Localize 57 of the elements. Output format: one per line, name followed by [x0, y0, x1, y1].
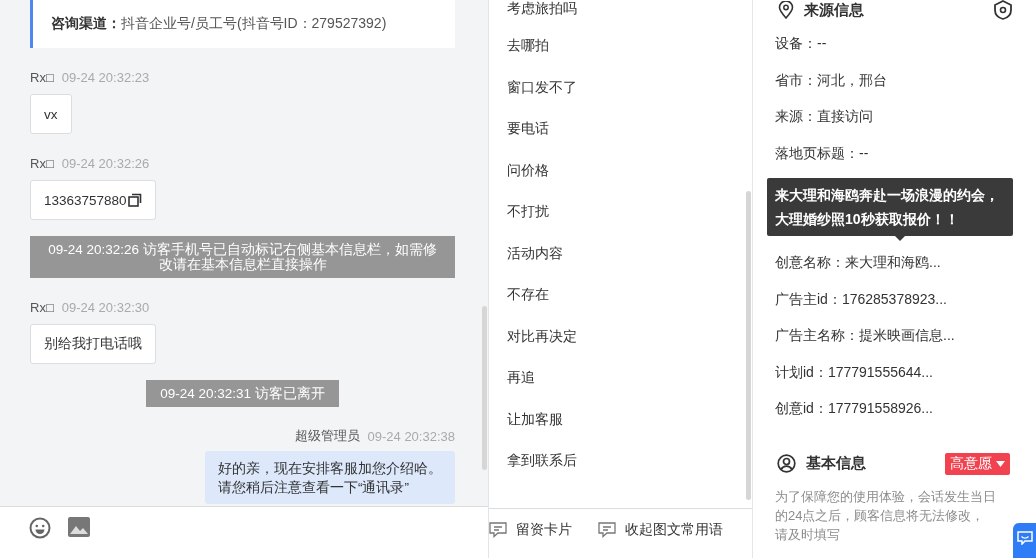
sender-name: 超级管理员 — [294, 427, 360, 445]
quick-reply-item[interactable]: 再追 — [489, 357, 752, 399]
message-text: vx — [44, 106, 58, 122]
quick-reply-item[interactable]: 要电话 — [489, 108, 752, 150]
quick-reply-item[interactable]: 对比再决定 — [489, 315, 752, 357]
info-field: 创意名称：来大理和海鸥... — [775, 244, 1036, 281]
quick-reply-item[interactable]: 窗口发不了 — [489, 66, 752, 108]
chat-button[interactable] — [1013, 523, 1036, 558]
info-field: 落地页标题：-- — [775, 134, 1036, 171]
quick-reply-item[interactable]: 活动内容 — [489, 232, 752, 274]
quick-reply-item[interactable]: 去哪拍 — [489, 25, 752, 67]
info-field: 创意id：177791558926... — [775, 390, 1036, 427]
section-title: 来源信息 — [804, 0, 864, 20]
scrollbar[interactable] — [482, 306, 487, 470]
message-text: 13363757880 — [44, 192, 127, 208]
info-field: 省市：河北，邢台 — [775, 61, 1036, 98]
info-field: 来源：直接访问 — [775, 98, 1036, 135]
message-time: 09-24 20:32:38 — [367, 428, 455, 444]
message-time: 09-24 20:32:30 — [61, 299, 150, 315]
quick-reply-item[interactable]: 考虑旅拍吗 — [489, 0, 752, 25]
sender-name: Rx□ — [30, 155, 54, 171]
system-notice: 09-24 20:32:31 访客已离开 — [146, 380, 339, 407]
message-icon — [598, 522, 616, 538]
chat-icon — [1017, 531, 1033, 545]
toolbar-button[interactable]: 留资卡片 — [489, 521, 572, 539]
emoji-icon[interactable] — [29, 517, 51, 539]
sender-name: Rx□ — [30, 299, 54, 315]
section-title: 基本信息 — [806, 454, 866, 473]
tooltip-arrow — [895, 236, 905, 241]
intent-dropdown[interactable]: 高意愿 — [945, 452, 1010, 475]
notice-text: 为了保障您的使用体验，会话发生当日的24点之后，顾客信息将无法修改，请及时填写 — [775, 487, 997, 544]
copy-icon[interactable] — [127, 193, 142, 207]
location-pin-icon — [778, 1, 794, 19]
system-notice: 09-24 20:32:26 访客手机号已自动标记右侧基本信息栏，如需修改请在基本信息栏直接操作 — [30, 236, 455, 278]
quick-reply-item[interactable]: 不存在 — [489, 274, 752, 316]
quick-reply-item[interactable]: 不打扰 — [489, 191, 752, 233]
info-field: 设备：-- — [775, 25, 1036, 62]
quick-reply-item[interactable]: 问价格 — [489, 149, 752, 191]
message-time: 09-24 20:32:26 — [61, 155, 150, 171]
channel-value: 抖音企业号/员工号(抖音号ID：279527392) — [121, 15, 387, 33]
caret-icon — [996, 460, 1005, 467]
message-time: 09-24 20:32:23 — [61, 69, 150, 85]
info-field: 计划id：177791555644... — [775, 353, 1036, 390]
user-icon — [777, 454, 796, 473]
quick-reply-item[interactable]: 拿到联系后 — [489, 440, 752, 482]
message-text: 好的亲，现在安排客服加您介绍哈。请您稍后注意查看一下“通讯录” — [218, 461, 442, 495]
shield-icon[interactable] — [993, 0, 1013, 20]
scrollbar[interactable] — [746, 191, 751, 500]
info-field: 广告主id：176285378923... — [775, 280, 1036, 317]
toolbar-button[interactable]: 收起图文常用语 — [598, 521, 723, 539]
quick-reply-item[interactable]: 让加客服 — [489, 398, 752, 440]
message-icon — [489, 522, 507, 538]
image-icon[interactable] — [68, 517, 90, 537]
message-text: 别给我打电话哦 — [44, 335, 142, 353]
sender-name: Rx□ — [30, 69, 54, 85]
channel-label: 咨询渠道： — [51, 15, 121, 33]
info-field: 广告主名称：提米映画信息... — [775, 317, 1036, 354]
